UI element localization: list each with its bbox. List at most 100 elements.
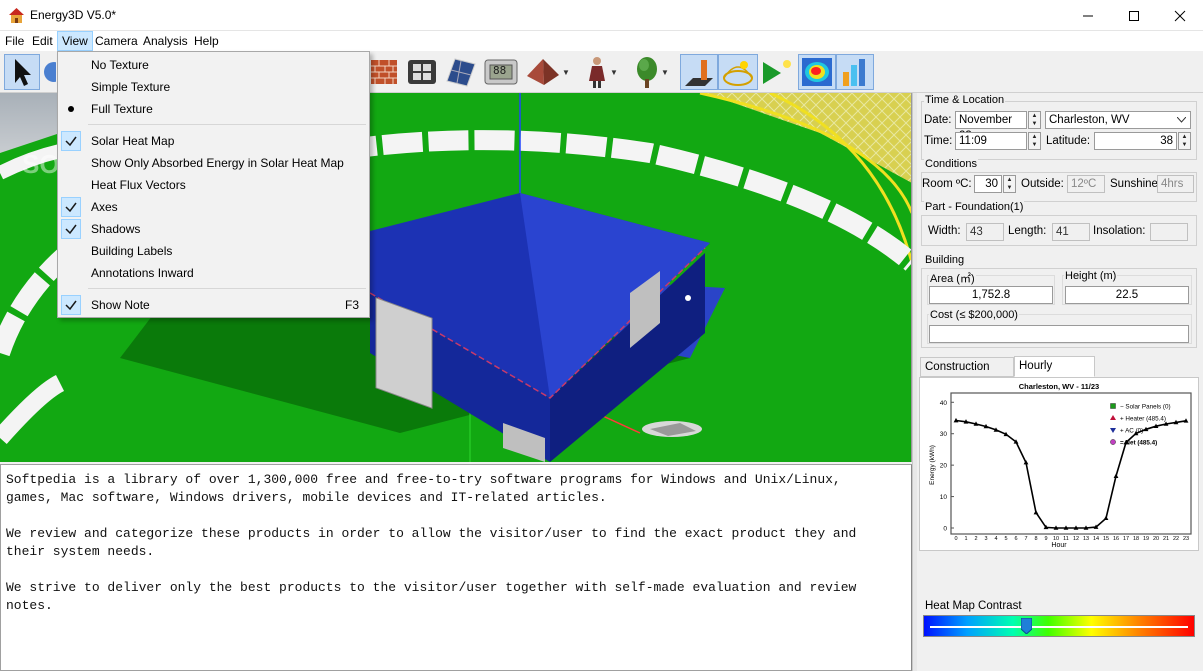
- close-button[interactable]: [1157, 0, 1203, 31]
- note-textarea[interactable]: Softpedia is a library of over 1,300,000…: [6, 471, 901, 615]
- tab-construction-cost[interactable]: Construction Cost: [920, 357, 1014, 391]
- latitude-label: Latitude:: [1046, 135, 1091, 147]
- thermostat-value: 88: [493, 64, 507, 77]
- heat-map-icon: [802, 58, 832, 86]
- shadow-toggle-button[interactable]: [680, 54, 718, 90]
- x-tick-label: 17: [1123, 536, 1129, 542]
- person-icon: [589, 57, 606, 88]
- window-title: Energy3D V5.0*: [30, 8, 117, 22]
- minimize-button[interactable]: [1065, 0, 1111, 31]
- chart-frame: [950, 392, 1192, 535]
- slider-thumb[interactable]: [1020, 617, 1033, 635]
- menu-separator: [88, 124, 366, 125]
- heatmap-title: Heat Map Contrast: [925, 600, 1022, 612]
- area-field: 1,752.8: [929, 286, 1053, 304]
- date-field[interactable]: November 23: [955, 111, 1027, 142]
- menu-file[interactable]: File: [1, 31, 28, 51]
- add-solar-panel-button[interactable]: [443, 54, 479, 90]
- x-tick-label: 23: [1183, 536, 1189, 542]
- room-temp-field[interactable]: 30: [974, 175, 1002, 193]
- menu-item-label: Axes: [91, 200, 118, 214]
- menu-item-show-note[interactable]: Show Note F3: [58, 294, 369, 316]
- time-field[interactable]: 11:09: [955, 132, 1027, 150]
- cost-field: [929, 325, 1189, 343]
- sun-path-toggle-button[interactable]: [718, 54, 758, 90]
- latitude-spinner[interactable]: ▲ ▼: [1178, 132, 1191, 150]
- thermostat-button[interactable]: 88: [483, 54, 519, 90]
- time-label: Time:: [924, 135, 953, 147]
- select-tool-button[interactable]: [4, 54, 40, 90]
- y-tick-label: 40: [940, 400, 948, 407]
- menu-item-building-labels[interactable]: Building Labels: [58, 240, 369, 262]
- energy-analysis-button[interactable]: [836, 54, 874, 90]
- menu-item-heat-flux-vectors[interactable]: Heat Flux Vectors: [58, 174, 369, 196]
- zoom-tool-button[interactable]: [40, 54, 56, 90]
- time-location-title: Time & Location: [924, 94, 1006, 106]
- x-tick-label: 21: [1163, 536, 1169, 542]
- bar-chart-icon: [843, 59, 865, 86]
- heatmap-contrast-slider[interactable]: [923, 615, 1195, 637]
- city-select[interactable]: Charleston, WV: [1045, 111, 1191, 129]
- heater-data-point: [1113, 473, 1119, 478]
- x-tick-label: 10: [1053, 536, 1059, 542]
- add-roof-button[interactable]: ▼: [521, 54, 573, 90]
- width-label: Width:: [928, 225, 961, 237]
- menu-help[interactable]: Help: [190, 31, 223, 51]
- menu-item-absorbed-energy[interactable]: Show Only Absorbed Energy in Solar Heat …: [58, 152, 369, 174]
- menu-item-label: Simple Texture: [91, 80, 171, 94]
- energy3d-app-icon: [9, 8, 24, 23]
- add-window-button[interactable]: [404, 54, 440, 90]
- x-tick-label: 19: [1143, 536, 1149, 542]
- menu-item-axes[interactable]: Axes: [58, 196, 369, 218]
- shadow-icon: [685, 60, 713, 86]
- menu-item-annotations-inward[interactable]: Annotations Inward: [58, 262, 369, 284]
- room-temp-spinner[interactable]: ▲ ▼: [1003, 175, 1016, 193]
- menu-separator: [88, 288, 366, 289]
- menu-item-label: Show Note: [91, 298, 150, 312]
- menu-item-full-texture[interactable]: Full Texture: [58, 98, 369, 120]
- add-tree-button[interactable]: ▼: [628, 54, 674, 90]
- sun-path-icon: [723, 61, 753, 86]
- menu-view[interactable]: View: [57, 31, 93, 51]
- x-tick-label: 0: [954, 536, 957, 542]
- menu-item-solar-heat-map[interactable]: Solar Heat Map: [58, 130, 369, 152]
- add-human-button[interactable]: ▼: [578, 54, 624, 90]
- time-spinner[interactable]: ▲ ▼: [1028, 132, 1041, 150]
- x-axis-label: Hour: [1051, 542, 1067, 549]
- insolation-label: Insolation:: [1093, 225, 1146, 237]
- chevron-down-icon: ▼: [562, 67, 570, 77]
- menu-item-no-texture[interactable]: No Texture: [58, 54, 369, 76]
- y-tick-label: 10: [940, 494, 948, 501]
- solar-heat-map-button[interactable]: [798, 54, 836, 90]
- menu-item-label: Annotations Inward: [91, 266, 194, 280]
- animate-sun-button[interactable]: [758, 54, 794, 90]
- chart-title: Charleston, WV - 11/23: [1019, 382, 1099, 391]
- latitude-field[interactable]: 38: [1094, 132, 1177, 150]
- view-menu-dropdown: No Texture Simple Texture Full Texture S…: [57, 51, 370, 318]
- x-tick-label: 5: [1004, 536, 1007, 542]
- sunshine-field: 4hrs: [1157, 175, 1194, 193]
- menu-camera[interactable]: Camera: [91, 31, 142, 51]
- menu-item-simple-texture[interactable]: Simple Texture: [58, 76, 369, 98]
- tab-hourly-energy[interactable]: Hourly Energy: [1014, 356, 1095, 390]
- date-label: Date:: [924, 114, 952, 126]
- x-tick-label: 8: [1034, 536, 1037, 542]
- date-spinner[interactable]: ▲ ▼: [1028, 111, 1041, 129]
- menu-edit[interactable]: Edit: [28, 31, 57, 51]
- notes-panel[interactable]: Softpedia is a library of over 1,300,000…: [0, 464, 912, 671]
- add-wall-button[interactable]: [368, 54, 400, 90]
- insolation-field: [1150, 223, 1188, 241]
- menu-analysis[interactable]: Analysis: [139, 31, 192, 51]
- x-tick-label: 11: [1063, 536, 1069, 542]
- menu-item-shadows[interactable]: Shadows: [58, 218, 369, 240]
- width-field: 43: [966, 223, 1004, 241]
- city-value: Charleston, WV: [1049, 114, 1130, 126]
- legend-label: + Heater (485.4): [1120, 415, 1166, 422]
- globe-icon: [44, 62, 56, 82]
- x-tick-label: 7: [1024, 536, 1027, 542]
- maximize-button[interactable]: [1111, 0, 1157, 31]
- properties-panel: Time & Location Date: November 23 ▲▼ Cha…: [917, 93, 1203, 671]
- checkmark-icon: [61, 131, 81, 151]
- length-field: 41: [1052, 223, 1090, 241]
- chevron-down-icon: [1177, 117, 1186, 123]
